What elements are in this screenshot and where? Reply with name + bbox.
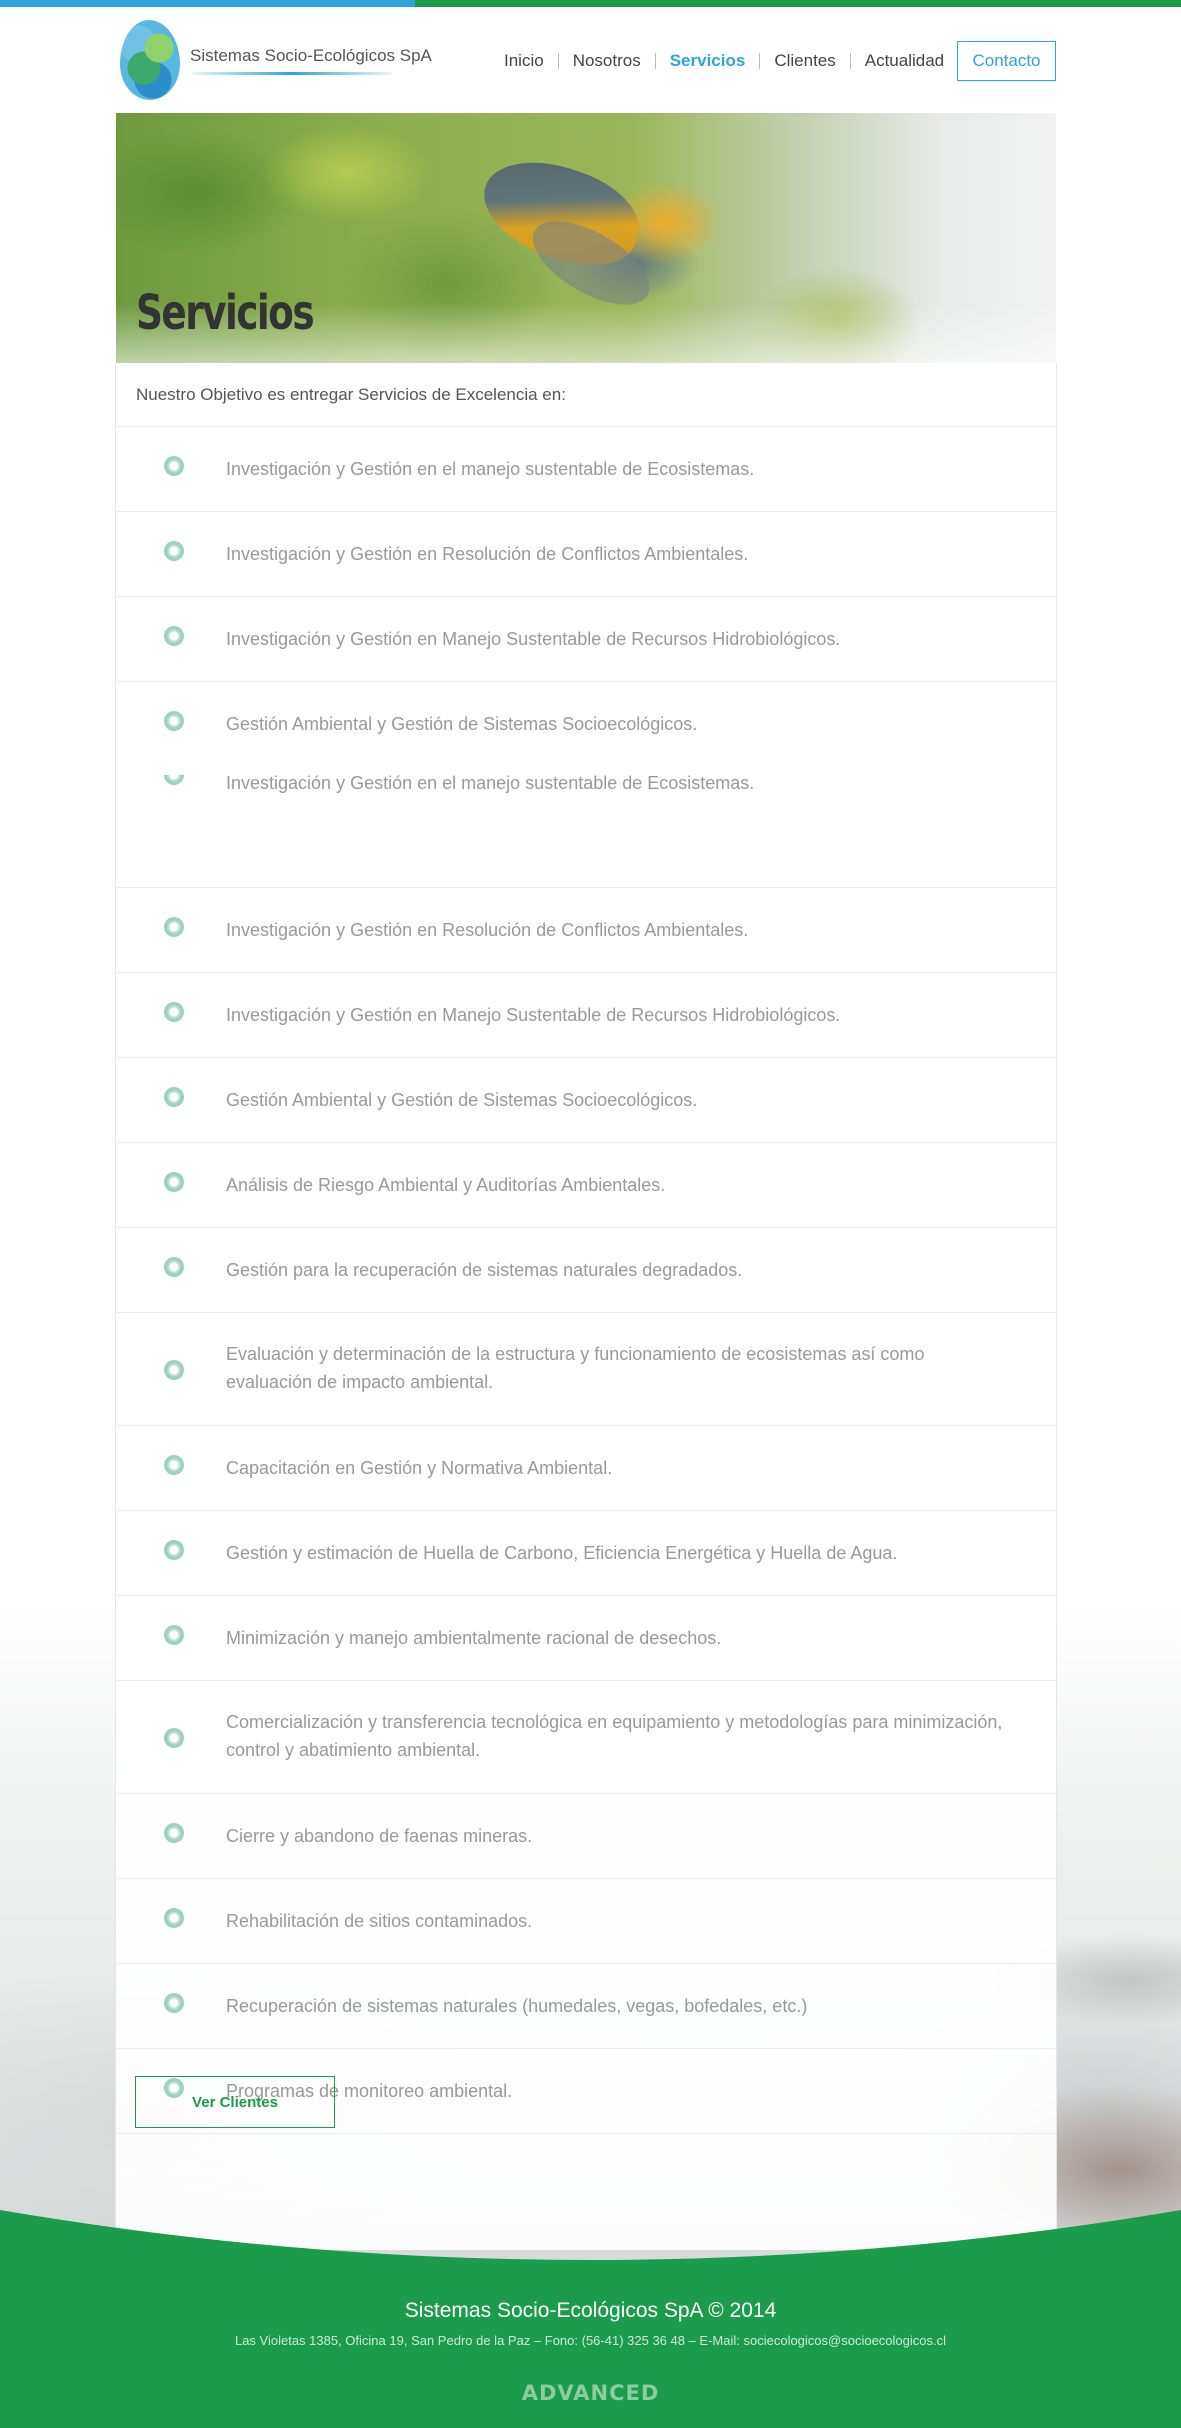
- service-item-text: Gestión Ambiental y Gestión de Sistemas …: [226, 1090, 698, 1110]
- service-item: Investigación y Gestión en Manejo Susten…: [116, 973, 1056, 1058]
- service-item: Comercialización y transferencia tecnoló…: [116, 1681, 1056, 1794]
- nav-item-servicios[interactable]: Servicios: [656, 51, 760, 71]
- circle-bullet-icon: [164, 1455, 184, 1475]
- service-item: Investigación y Gestión en Resolución de…: [116, 512, 1056, 597]
- service-item: Rehabilitación de sitios contaminados.: [116, 1879, 1056, 1964]
- circle-bullet-icon: [164, 1908, 184, 1928]
- footer-credit-logo[interactable]: ADVANCED: [0, 2381, 1181, 2405]
- nav-item-inicio[interactable]: Inicio: [490, 51, 558, 71]
- service-item: Capacitación en Gestión y Normativa Ambi…: [116, 1426, 1056, 1511]
- service-item-text: Cierre y abandono de faenas mineras.: [226, 1826, 533, 1846]
- circle-bullet-icon: [164, 1728, 184, 1748]
- service-item-text: Gestión para la recuperación de sistemas…: [226, 1260, 743, 1280]
- service-item-text: Investigación y Gestión en el manejo sus…: [226, 773, 755, 793]
- service-item-text: Minimización y manejo ambientalmente rac…: [226, 1628, 722, 1648]
- circle-bullet-icon: [164, 1257, 184, 1277]
- service-item: Gestión y estimación de Huella de Carbon…: [116, 1511, 1056, 1596]
- circle-bullet-icon: [164, 1540, 184, 1560]
- circle-bullet-icon: [164, 456, 184, 476]
- service-item: Recuperación de sistemas naturales (hume…: [116, 1964, 1056, 2049]
- service-item: Investigación y Gestión en el manejo sus…: [116, 768, 1056, 888]
- service-item: Análisis de Riesgo Ambiental y Auditoría…: [116, 1143, 1056, 1228]
- service-item-text: Gestión Ambiental y Gestión de Sistemas …: [226, 714, 698, 734]
- service-item: Investigación y Gestión en Resolución de…: [116, 888, 1056, 973]
- service-item-text: Investigación y Gestión en Resolución de…: [226, 544, 749, 564]
- hero-banner: Servicios: [116, 113, 1056, 363]
- service-item: Gestión para la recuperación de sistemas…: [116, 1228, 1056, 1313]
- service-item-text: Evaluación y determinación de la estruct…: [226, 1344, 925, 1392]
- circle-bullet-icon: [164, 1360, 184, 1380]
- top-accent-bar: [0, 0, 1181, 7]
- top-accent-bar-blue: [0, 0, 415, 7]
- contact-button[interactable]: Contacto: [957, 41, 1056, 81]
- service-item-text: Recuperación de sistemas naturales (hume…: [226, 1996, 808, 2016]
- circle-bullet-icon: [164, 711, 184, 731]
- circle-bullet-icon: [164, 1172, 184, 1192]
- circle-bullet-icon: [164, 1993, 184, 2013]
- service-item: Gestión Ambiental y Gestión de Sistemas …: [116, 1058, 1056, 1143]
- service-item: Investigación y Gestión en Manejo Susten…: [116, 597, 1056, 682]
- site-logo[interactable]: Sistemas Socio-Ecológicos SpA: [120, 20, 432, 100]
- service-item: Evaluación y determinación de la estruct…: [116, 1313, 1056, 1426]
- services-intro: Nuestro Objetivo es entregar Servicios d…: [116, 363, 1056, 427]
- circle-bullet-icon: [164, 1087, 184, 1107]
- footer-company: Sistemas Socio-Ecológicos SpA © 2014: [404, 2299, 777, 2322]
- circle-bullet-icon: [164, 1002, 184, 1022]
- service-item-text: Comercialización y transferencia tecnoló…: [226, 1712, 1003, 1760]
- circle-bullet-icon: [164, 1823, 184, 1843]
- service-item-text: Investigación y Gestión en Manejo Susten…: [226, 1005, 841, 1025]
- service-item-text: Gestión y estimación de Huella de Carbon…: [226, 1543, 898, 1563]
- brand-underline: [192, 72, 392, 75]
- service-item-text: Análisis de Riesgo Ambiental y Auditoría…: [226, 1175, 666, 1195]
- circle-bullet-icon: [164, 626, 184, 646]
- footer-address: Las Violetas 1385, Oficina 19, San Pedro…: [234, 2333, 947, 2348]
- top-accent-bar-green: [415, 0, 1181, 7]
- page-title: Servicios: [136, 285, 315, 341]
- circle-bullet-icon: [164, 1625, 184, 1645]
- service-item-text: Rehabilitación de sitios contaminados.: [226, 1911, 533, 1931]
- service-item-text: Investigación y Gestión en Manejo Susten…: [226, 629, 841, 649]
- view-clients-button[interactable]: Ver Clientes: [135, 2076, 335, 2128]
- service-item: Minimización y manejo ambientalmente rac…: [116, 1596, 1056, 1681]
- nav-item-clientes[interactable]: Clientes: [760, 51, 849, 71]
- service-item-text: Investigación y Gestión en Resolución de…: [226, 920, 749, 940]
- nav-item-nosotros[interactable]: Nosotros: [559, 51, 655, 71]
- services-panel: Nuestro Objetivo es entregar Servicios d…: [115, 363, 1057, 2250]
- circle-bullet-icon: [164, 775, 184, 785]
- brand-name: Sistemas Socio-Ecológicos SpA: [190, 46, 432, 65]
- fingerprint-globe-logo-icon: [120, 20, 180, 100]
- service-item: Investigación y Gestión en el manejo sus…: [116, 427, 1056, 512]
- circle-bullet-icon: [164, 541, 184, 561]
- circle-bullet-icon: [164, 917, 184, 937]
- nav-item-actualidad[interactable]: Actualidad: [851, 51, 958, 71]
- service-item: Cierre y abandono de faenas mineras.: [116, 1794, 1056, 1879]
- service-item-text: Programas de monitoreo ambiental.: [226, 2081, 513, 2101]
- main-nav: Inicio Nosotros Servicios Clientes Actua…: [490, 41, 958, 81]
- service-item-text: Capacitación en Gestión y Normativa Ambi…: [226, 1458, 613, 1478]
- service-item-text: Investigación y Gestión en el manejo sus…: [226, 459, 755, 479]
